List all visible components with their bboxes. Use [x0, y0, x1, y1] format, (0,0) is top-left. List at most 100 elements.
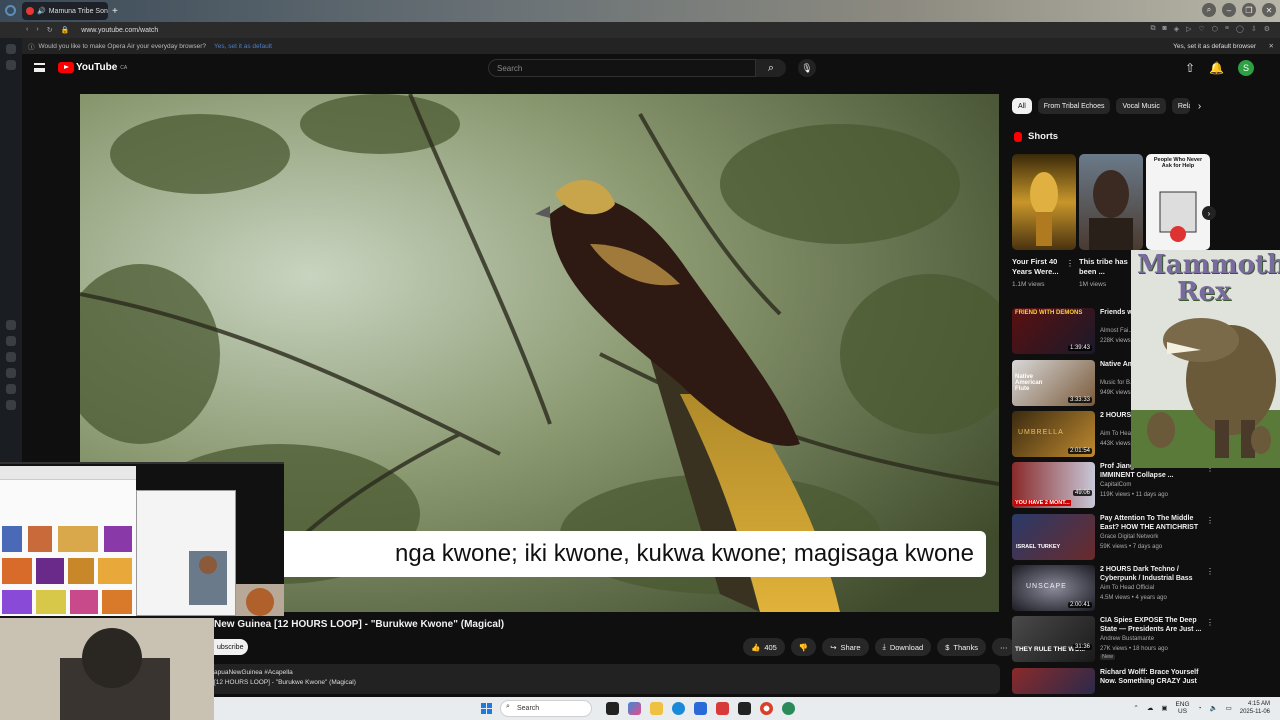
reload-icon[interactable]: ↻	[47, 26, 53, 34]
maximize-button[interactable]: ❐	[1242, 3, 1256, 17]
infobar-link[interactable]: Yes, set it as default	[214, 43, 272, 50]
file-explorer-icon[interactable]	[650, 702, 663, 715]
wifi-icon[interactable]: ◔	[1198, 705, 1202, 712]
git-icon[interactable]	[738, 702, 751, 715]
taskbar-search[interactable]: ⌕ Search	[500, 700, 592, 717]
clock[interactable]: 4:15 AM 2025-11-06	[1240, 700, 1270, 716]
recommendation-item[interactable]: UNSCAPE 2:00:41 2 HOURS Dark Techno / Cy…	[1012, 565, 1214, 613]
url-field[interactable]: www.youtube.com/watch	[81, 27, 158, 34]
search-button[interactable]: ⌕	[756, 59, 786, 77]
camera-icon[interactable]: ◙	[1162, 25, 1166, 33]
back-icon[interactable]: ‹	[26, 26, 28, 34]
thumbs-up-icon: 👍	[751, 642, 761, 652]
windows-start-icon[interactable]	[481, 703, 492, 714]
battery-icon[interactable]: ▭	[1226, 704, 1232, 712]
sidebar-play-icon[interactable]	[6, 60, 16, 70]
sidebar-home-icon[interactable]	[6, 44, 16, 54]
onedrive-icon[interactable]: ☁	[1147, 704, 1154, 712]
more-options-icon[interactable]: ⋮	[1206, 618, 1214, 627]
more-options-icon[interactable]: ⋮	[1206, 567, 1214, 576]
task-view-icon[interactable]	[606, 702, 619, 715]
short-1-title[interactable]: Your First 40 Years Were...	[1012, 257, 1066, 277]
chip-from-tribal-echoes[interactable]: From Tribal Echoes	[1037, 98, 1111, 114]
youtube-logo[interactable]: YouTube CA	[58, 62, 127, 73]
app-icon[interactable]	[716, 702, 729, 715]
recommendation-item[interactable]: THEY RULE THE WO... 31:36 CIA Spies EXPO…	[1012, 616, 1214, 664]
opera-air-icon[interactable]	[782, 702, 795, 715]
channel-name[interactable]: CapitalCom	[1100, 482, 1131, 488]
sidebar-music-icon[interactable]	[6, 352, 16, 362]
chip-vocal-music[interactable]: Vocal Music	[1116, 98, 1166, 114]
language-indicator[interactable]: ENG US	[1175, 701, 1189, 715]
copilot-icon[interactable]	[628, 702, 641, 715]
like-button[interactable]: 👍 405	[743, 638, 785, 656]
share-button[interactable]: ↪ Share	[822, 638, 869, 656]
new-tab-button[interactable]: +	[112, 6, 118, 17]
recommendation-item[interactable]: YOU HAVE 2 MONT... 49:06 Prof Jiang: ...…	[1012, 462, 1214, 510]
chip-related[interactable]: Rela	[1171, 98, 1190, 114]
channel-name[interactable]: Aim To Head Official	[1100, 585, 1154, 591]
opera-logo-icon[interactable]	[5, 5, 16, 16]
recommendation-item[interactable]: Richard Wolff: Brace Yourself Now. Somet…	[1012, 668, 1202, 694]
channel-name[interactable]: Grace Digital Network	[1100, 534, 1158, 540]
channel-name[interactable]: Music for B...	[1100, 380, 1135, 386]
sidebar-ai-icon[interactable]	[6, 320, 16, 330]
edge-icon[interactable]	[672, 702, 685, 715]
sidebar-whatsapp-icon[interactable]	[6, 384, 16, 394]
short-2-title[interactable]: This tribe has been ...	[1079, 257, 1133, 277]
snapshot-icon[interactable]: ⧉	[1150, 25, 1155, 33]
search-tabs-icon[interactable]: ⌕	[1202, 3, 1216, 17]
download-button[interactable]: ⤓ Download	[874, 638, 932, 656]
screen-share-overlay[interactable]	[0, 462, 284, 618]
subscribe-button[interactable]: ubscribe	[214, 639, 248, 655]
voice-search-button[interactable]: 🎙	[798, 59, 816, 77]
mammoth-rex-overlay-window[interactable]: Mammoth Rex	[1131, 250, 1280, 468]
avatar[interactable]: S	[1238, 60, 1254, 76]
extensions-icon[interactable]: ⬡	[1212, 25, 1218, 33]
short-thumbnail-3[interactable]: People Who Never Ask for Help	[1146, 154, 1210, 250]
header-actions: ⇧ 🔔 S	[1185, 60, 1254, 76]
short-1-more-icon[interactable]: ⋮	[1066, 259, 1074, 268]
notifications-bell-icon[interactable]: 🔔	[1209, 61, 1224, 75]
video-description[interactable]: apuaNewGuinea #Acapella [12 HOURS LOOP] …	[214, 664, 1000, 694]
settings-icon[interactable]: ⚙	[1264, 25, 1270, 33]
sidebar-x-icon[interactable]	[6, 400, 16, 410]
hamburger-menu-icon[interactable]	[34, 63, 45, 72]
short-thumbnail-2[interactable]	[1079, 154, 1143, 250]
tab-title: Mamuna Tribe Son	[48, 7, 108, 15]
taskbar-apps	[606, 702, 795, 715]
infobar-close-icon[interactable]: ✕	[1269, 42, 1274, 50]
minimize-button[interactable]: –	[1222, 3, 1236, 17]
tray-app-icon[interactable]: ▣	[1161, 704, 1167, 712]
chevron-right-icon[interactable]: ›	[1198, 101, 1201, 112]
sidebar-layers-icon[interactable]	[6, 336, 16, 346]
shorts-next-button[interactable]: ›	[1202, 206, 1216, 220]
tray-chevron-icon[interactable]: ⌃	[1133, 704, 1138, 712]
lock-icon[interactable]: 🔒	[61, 26, 70, 34]
set-default-button[interactable]: Yes, set it as default browser	[1173, 43, 1256, 50]
downloads-icon[interactable]: ⇩	[1251, 25, 1257, 33]
store-icon[interactable]	[694, 702, 707, 715]
close-button[interactable]: ✕	[1262, 3, 1276, 17]
dislike-button[interactable]: 👎	[790, 638, 817, 656]
shield-icon[interactable]: ◈	[1174, 25, 1179, 33]
menu-icon[interactable]: ≡	[1225, 25, 1229, 33]
browser-tab[interactable]: 🔊 Mamuna Tribe Son	[22, 2, 108, 20]
recommendation-item[interactable]: ISRAEL TURKEY Pay Attention To The Middl…	[1012, 514, 1214, 562]
sidebar-messenger-icon[interactable]	[6, 368, 16, 378]
heart-icon[interactable]: ♡	[1199, 25, 1205, 33]
channel-name[interactable]: Andrew Bustamante	[1100, 636, 1154, 642]
profile-icon[interactable]: ◯	[1236, 25, 1244, 33]
more-options-icon[interactable]: ⋮	[1206, 516, 1214, 525]
thanks-button[interactable]: $ Thanks	[937, 638, 986, 656]
speaker-icon[interactable]: 🔊	[37, 7, 46, 15]
chrome-icon[interactable]	[760, 702, 773, 715]
player-icon[interactable]: ▷	[1186, 25, 1191, 33]
short-thumbnail-1[interactable]	[1012, 154, 1076, 250]
upload-icon[interactable]: ⇧	[1185, 61, 1195, 75]
chip-all[interactable]: All	[1012, 98, 1032, 114]
forward-icon[interactable]: ›	[36, 26, 38, 34]
volume-icon[interactable]: 🔈	[1210, 704, 1218, 712]
channel-name[interactable]: Almost Fai...	[1100, 328, 1133, 334]
search-input[interactable]: Search	[488, 59, 756, 77]
